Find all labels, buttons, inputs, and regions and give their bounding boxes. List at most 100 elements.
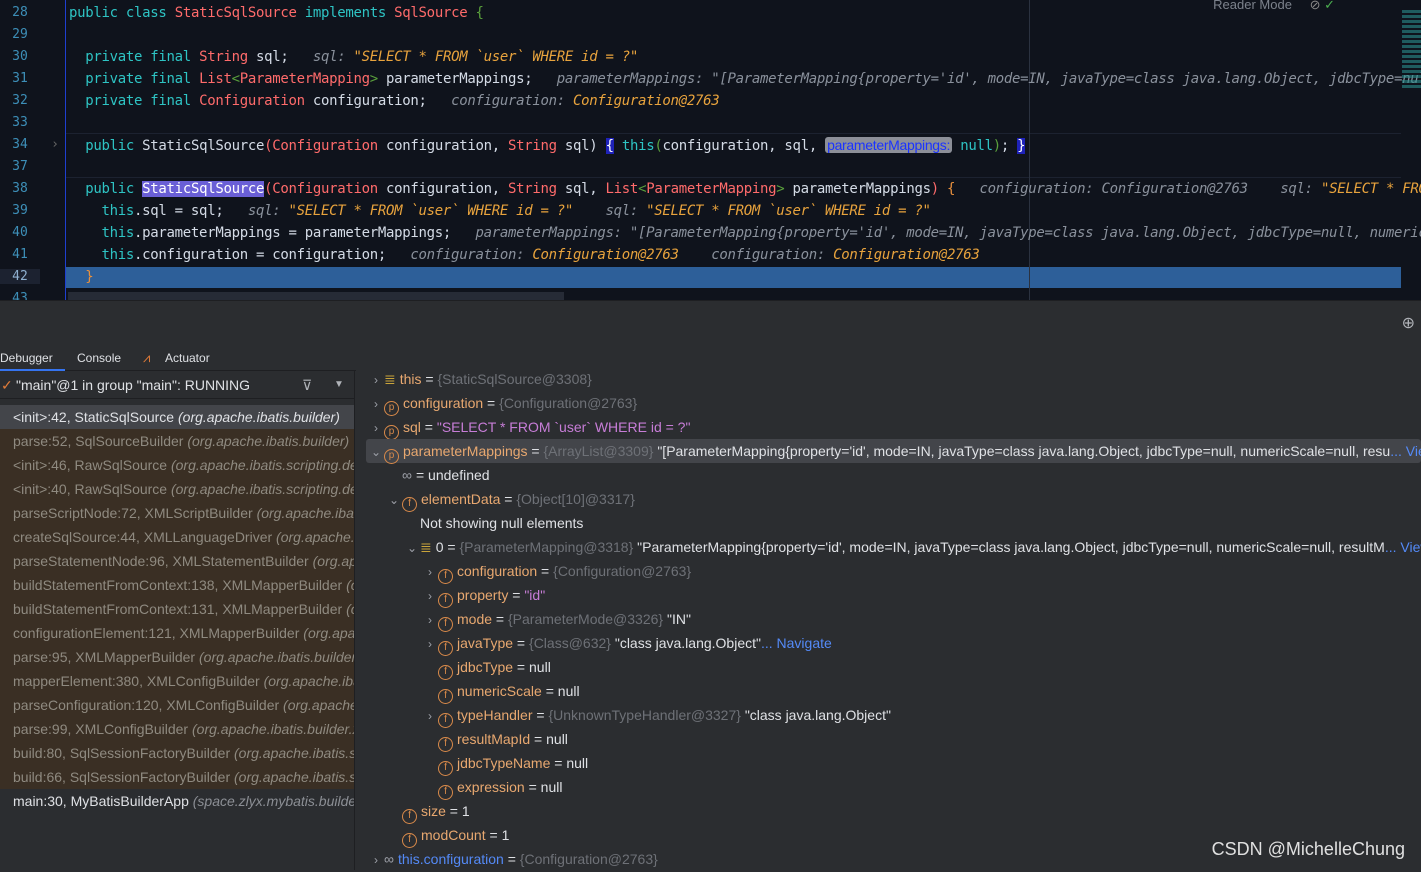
stack-frame[interactable]: parseStatementNode:96, XMLStatementBuild… [0, 549, 354, 573]
line-number[interactable]: 42 [0, 269, 40, 284]
frame-method: createSqlSource:44, XMLLanguageDriver [13, 529, 277, 545]
reader-mode-label[interactable]: Reader Mode [1213, 0, 1292, 12]
stack-frame[interactable]: <init>:46, RawSqlSource (org.apache.ibat… [0, 453, 354, 477]
crosshair-icon[interactable]: ⊕ [1402, 313, 1415, 333]
field-icon: f [438, 641, 453, 656]
code-line[interactable]: public class StaticSqlSource implements … [69, 2, 484, 24]
chevron-right-icon[interactable]: › [368, 392, 384, 416]
chevron-right-icon[interactable]: › [368, 848, 384, 872]
code-line[interactable]: } [69, 266, 93, 288]
chevron-right-icon[interactable]: › [422, 632, 438, 656]
line-number[interactable]: 38 [0, 181, 40, 196]
stack-frame[interactable]: parse:52, SqlSourceBuilder (org.apache.i… [0, 429, 354, 453]
tab-actuator[interactable]: Actuator [165, 351, 210, 365]
variable-row[interactable]: f resultMapId = null [356, 727, 1421, 752]
stack-frame[interactable]: parseConfiguration:120, XMLConfigBuilder… [0, 693, 354, 717]
line-number[interactable]: 41 [0, 247, 40, 262]
stack-frame[interactable]: build:66, SqlSessionFactoryBuilder (org.… [0, 765, 354, 789]
line-number[interactable]: 39 [0, 203, 40, 218]
code-line[interactable]: this.configuration = configuration; conf… [69, 244, 980, 266]
chevron-right-icon[interactable]: › [422, 704, 438, 728]
variable-row[interactable]: › f property = "id" [356, 583, 1421, 608]
chevron-down-icon[interactable]: ⌄ [386, 488, 402, 512]
equals: = [550, 755, 567, 771]
stack-frame[interactable]: parse:99, XMLConfigBuilder (org.apache.i… [0, 717, 354, 741]
frame-package: (org.apache.ibatis.scripting.defaults) [170, 481, 354, 497]
line-number[interactable]: 29 [0, 27, 40, 42]
variable-row[interactable]: ∞ = undefined [356, 463, 1421, 487]
chevron-down-icon[interactable]: ▼ [334, 371, 344, 399]
stack-frame[interactable]: mapperElement:380, XMLConfigBuilder (org… [0, 669, 354, 693]
code-token: } [69, 269, 94, 285]
stack-frame[interactable]: <init>:40, RawSqlSource (org.apache.ibat… [0, 477, 354, 501]
variable-row[interactable]: f numericScale = null [356, 679, 1421, 704]
line-number[interactable]: 37 [0, 159, 40, 174]
code-line[interactable]: public StaticSqlSource(Configuration con… [69, 134, 1026, 156]
chevron-right-icon[interactable]: › [422, 608, 438, 632]
view-link[interactable]: ... View [1385, 539, 1421, 555]
variable-row[interactable]: › ≣ this = {StaticSqlSource@3308} [356, 367, 1421, 391]
thread-label[interactable]: "main"@1 in group "main": RUNNING [16, 377, 250, 393]
stack-frame[interactable]: <init>:42, StaticSqlSource (org.apache.i… [0, 405, 354, 429]
variable-name: jdbcTypeName [457, 755, 551, 771]
code-line[interactable]: this.sql = sql; sql: "SELECT * FROM `use… [69, 200, 931, 222]
line-number[interactable]: 40 [0, 225, 40, 240]
horizontal-scrollbar[interactable] [68, 292, 564, 300]
stack-frame[interactable]: parseScriptNode:72, XMLScriptBuilder (or… [0, 501, 354, 525]
variable-row[interactable]: f expression = null [356, 775, 1421, 800]
line-number[interactable]: 28 [0, 5, 40, 20]
variable-row[interactable]: › f configuration = {Configuration@2763} [356, 559, 1421, 584]
filter-icon[interactable]: ⊽ [302, 371, 312, 399]
variable-row[interactable]: Not showing null elements [356, 511, 1421, 535]
view-link[interactable]: ... View [1390, 443, 1421, 459]
variable-row[interactable]: f jdbcType = null [356, 655, 1421, 680]
fold-chevron-icon[interactable]: › [45, 137, 65, 152]
code-line[interactable]: private final List<ParameterMapping> par… [69, 68, 1421, 90]
variable-row[interactable]: f size = 1 [356, 799, 1421, 824]
line-number[interactable]: 43 [0, 291, 40, 300]
thread-selector[interactable]: ✓ "main"@1 in group "main": RUNNING ⊽ ▼ [0, 371, 354, 399]
code-line[interactable]: private final Configuration configuratio… [69, 90, 719, 112]
reader-mode-toggle[interactable]: Reader Mode ⊘ ✓ [1213, 0, 1335, 13]
inline-value-hint: configuration: Configuration@2763 sql: [955, 181, 1321, 197]
variable-row[interactable]: › f mode = {ParameterMode@3326} "IN" [356, 607, 1421, 632]
line-number[interactable]: 33 [0, 115, 40, 130]
variable-row[interactable]: › f typeHandler = {UnknownTypeHandler@3327… [356, 703, 1421, 728]
stack-frame[interactable]: main:30, MyBatisBuilderApp (space.zlyx.m… [0, 789, 354, 813]
chevron-right-icon[interactable]: › [422, 560, 438, 584]
stack-frame[interactable]: buildStatementFromContext:131, XMLMapper… [0, 597, 354, 621]
field-icon: f [438, 617, 453, 632]
stack-frame[interactable]: parse:95, XMLMapperBuilder (org.apache.i… [0, 645, 354, 669]
chevron-right-icon[interactable]: › [422, 584, 438, 608]
code-line[interactable]: private final String sql; sql: "SELECT *… [69, 46, 638, 68]
tab-console[interactable]: Console [77, 351, 121, 365]
line-number[interactable]: 30 [0, 49, 40, 64]
eye-off-icon[interactable]: ⊘ [1310, 0, 1321, 12]
variable-row[interactable]: › f javaType = {Class@632} "class java.lan… [356, 631, 1421, 656]
equals: = [524, 779, 541, 795]
navigate-link[interactable]: ... Navigate [761, 635, 832, 651]
variable-row[interactable]: › p configuration = {Configuration@2763} [356, 391, 1421, 416]
stack-frame[interactable]: createSqlSource:44, XMLLanguageDriver (o… [0, 525, 354, 549]
variable-row[interactable]: ⌄ p parameterMappings = {ArrayList@3309} "… [366, 439, 1421, 464]
code-line[interactable]: public StaticSqlSource(Configuration con… [69, 178, 1421, 200]
code-line[interactable]: this.parameterMappings = parameterMappin… [69, 222, 1421, 244]
chevron-right-icon[interactable]: › [368, 416, 384, 440]
line-number[interactable]: 31 [0, 71, 40, 86]
variable-row[interactable]: f jdbcTypeName = null [356, 751, 1421, 776]
chevron-down-icon[interactable]: ⌄ [368, 440, 384, 464]
stack-frame[interactable]: buildStatementFromContext:138, XMLMapper… [0, 573, 354, 597]
line-number[interactable]: 32 [0, 93, 40, 108]
stack-frame[interactable]: build:80, SqlSessionFactoryBuilder (org.… [0, 741, 354, 765]
line-number[interactable]: 34 [0, 137, 40, 152]
chevron-down-icon[interactable]: ⌄ [404, 536, 420, 560]
variable-row[interactable]: ⌄ f elementData = {Object[10]@3317} [356, 487, 1421, 512]
variable-row[interactable]: › p sql = "SELECT * FROM `user` WHERE id =… [356, 415, 1421, 440]
code-editor[interactable]: 28 public class StaticSqlSource implement… [0, 0, 1421, 300]
variable-row[interactable]: ⌄ ≣ 0 = {ParameterMapping@3318} "Parameter… [356, 535, 1421, 559]
stack-frame[interactable]: configurationElement:121, XMLMapperBuild… [0, 621, 354, 645]
chevron-right-icon[interactable]: › [368, 368, 384, 392]
error-stripe[interactable] [1402, 10, 1421, 90]
tab-debugger[interactable]: Debugger [0, 351, 65, 371]
